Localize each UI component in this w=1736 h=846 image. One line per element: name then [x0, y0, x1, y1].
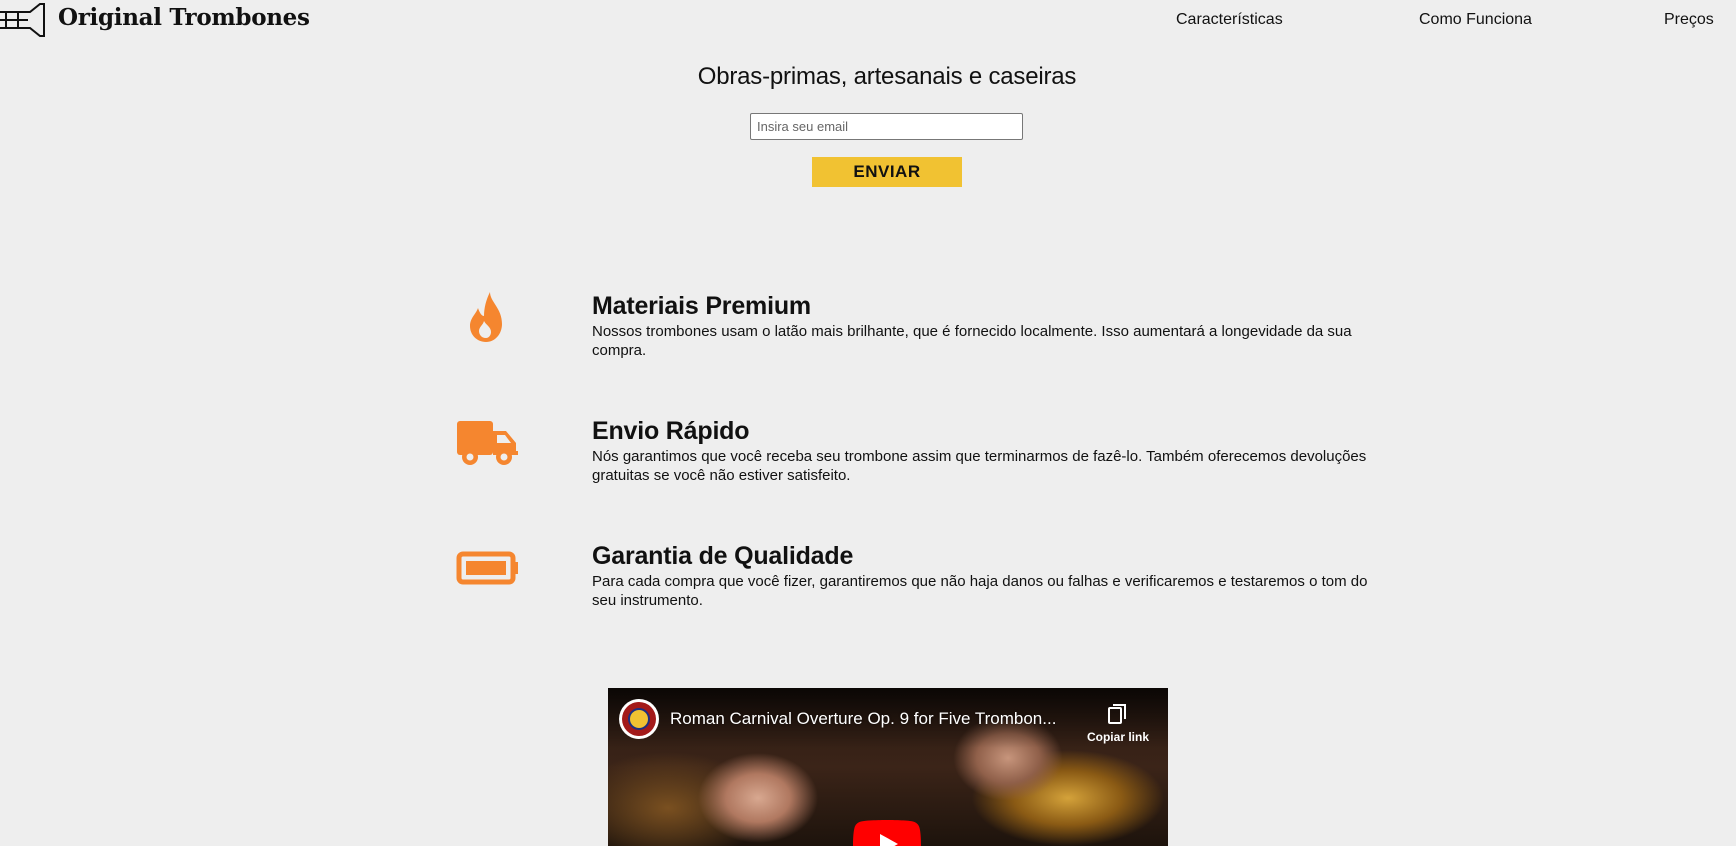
video-player[interactable]: Roman Carnival Overture Op. 9 for Five T… [608, 688, 1168, 846]
play-button-icon[interactable] [853, 820, 921, 846]
nav-link-como-funciona[interactable]: Como Funciona [1419, 11, 1532, 29]
battery-icon [456, 551, 518, 585]
header: Original Trombones Características Como … [0, 0, 1736, 44]
nav-link-precos[interactable]: Preços [1664, 11, 1714, 29]
hero-title: Obras-primas, artesanais e caseiras [697, 63, 1077, 90]
feature-description: Nossos trombones usam o latão mais brilh… [592, 323, 1352, 359]
feature-title: Envio Rápido [592, 417, 750, 445]
feature-quality-guarantee: Garantia de Qualidade Para cada compra q… [0, 542, 1736, 632]
video-title[interactable]: Roman Carnival Overture Op. 9 for Five T… [670, 709, 1070, 729]
copy-link-label: Copiar link [1086, 730, 1149, 744]
page: Original Trombones Características Como … [0, 0, 1736, 846]
feature-description: Para cada compra que você fizer, garanti… [592, 573, 1368, 609]
logo[interactable]: Original Trombones [0, 0, 310, 40]
channel-emblem-core [628, 708, 650, 730]
brand-name: Original Trombones [58, 4, 310, 31]
nav-link-caracteristicas[interactable]: Características [1176, 11, 1283, 29]
trombone-icon [0, 3, 45, 37]
submit-button[interactable]: ENVIAR [812, 157, 962, 187]
feature-title: Garantia de Qualidade [592, 542, 854, 570]
feature-description: Nós garantimos que você receba seu tromb… [592, 448, 1367, 484]
email-input[interactable] [750, 113, 1023, 140]
channel-emblem-icon [622, 702, 656, 736]
channel-avatar[interactable] [619, 699, 659, 739]
feature-fast-shipping: Envio Rápido Nós garantimos que você rec… [0, 417, 1736, 507]
feature-title: Materiais Premium [592, 292, 811, 320]
copy-icon [1108, 704, 1126, 724]
feature-premium-materials: Materiais Premium Nossos trombones usam … [0, 292, 1736, 382]
fire-icon [470, 292, 502, 342]
truck-icon [457, 421, 518, 465]
copy-link-button[interactable]: Copiar link [1078, 702, 1158, 752]
